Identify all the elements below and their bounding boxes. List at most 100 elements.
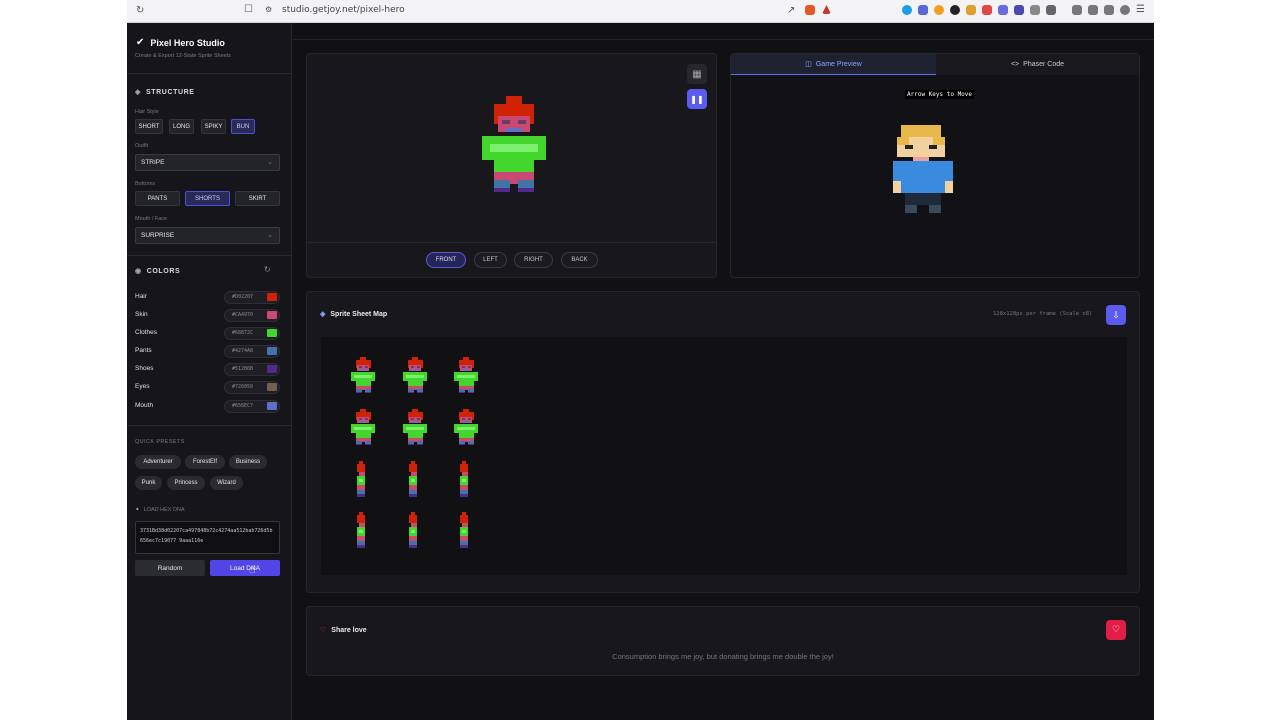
color-swatch[interactable] xyxy=(267,311,277,319)
extension-9-icon[interactable] xyxy=(1030,5,1040,15)
direction-back-button[interactable]: BACK xyxy=(561,252,598,268)
sprite-frame-pixel xyxy=(364,391,371,393)
brave-shield-icon[interactable] xyxy=(805,5,815,15)
game-sprite-pixel xyxy=(929,205,941,213)
site-settings-icon[interactable]: ⚙ xyxy=(265,5,272,14)
character-preview-panel: ▦ ❚❚ FRONT LEFT RIGHT BACK xyxy=(306,53,717,278)
grid-toggle-icon[interactable]: ▦ xyxy=(687,64,707,84)
sprite-pixel xyxy=(506,128,522,132)
color-swatch[interactable] xyxy=(267,293,277,301)
sprite-frame-pixel xyxy=(360,421,366,423)
game-sprite-pixel xyxy=(901,125,941,137)
extensions-menu-icon[interactable] xyxy=(1046,5,1056,15)
sprite-frame xyxy=(454,512,486,560)
hair-option-bun[interactable]: BUN xyxy=(231,119,255,134)
outfit-select[interactable]: STRIPE ⌄ xyxy=(135,154,280,171)
share-icon[interactable]: ↗ xyxy=(787,5,795,16)
layers-icon: ◈ xyxy=(320,311,326,318)
bottoms-option-skirt[interactable]: SKIRT xyxy=(235,191,280,206)
sidebar-toggle-icon[interactable] xyxy=(1072,5,1082,15)
address-bar[interactable]: studio.getjoy.net/pixel-hero xyxy=(282,5,405,15)
random-button[interactable]: Random xyxy=(135,560,205,576)
direction-right-button[interactable]: RIGHT xyxy=(514,252,553,268)
browser-menu-icon[interactable]: ☰ xyxy=(1136,4,1145,15)
dna-textarea[interactable]: 3731Bd38d02207ca497848b72c4274aa512bab72… xyxy=(135,521,280,554)
vpn-icon[interactable] xyxy=(1120,5,1130,15)
sprite-frame-pixel xyxy=(407,443,414,445)
sprite-frame-pixel xyxy=(357,545,365,548)
extension-7-icon[interactable] xyxy=(998,5,1008,15)
bookmark-icon[interactable]: ☐ xyxy=(244,4,253,15)
preset-punk[interactable]: Punk xyxy=(135,476,162,490)
bottoms-option-shorts[interactable]: SHORTS xyxy=(185,191,230,206)
refresh-icon[interactable]: ↻ xyxy=(264,265,271,274)
leo-icon[interactable] xyxy=(1104,5,1114,15)
tab-game-preview[interactable]: ◫ Game Preview xyxy=(731,54,936,75)
extension-4-icon[interactable] xyxy=(950,5,960,15)
preset-wizard[interactable]: Wizard xyxy=(210,476,243,490)
code-icon: <> xyxy=(1010,61,1020,68)
sprite-frame-pixel xyxy=(354,427,372,430)
sprite-frame-pixel xyxy=(467,418,471,420)
sprite-frame-pixel xyxy=(357,464,365,472)
sprite-frame-pixel xyxy=(457,375,475,378)
sprite-frame-pixel xyxy=(460,515,468,523)
preset-forestelf[interactable]: ForestElf xyxy=(185,455,225,469)
direction-front-button[interactable]: FRONT xyxy=(426,252,466,268)
sprite-frame xyxy=(351,512,383,560)
hair-style-label: Hair Style xyxy=(135,109,159,115)
load-dna-button[interactable]: Load DNA xyxy=(210,560,280,576)
donate-heart-icon[interactable]: ♡ xyxy=(1106,620,1126,640)
color-swatch[interactable] xyxy=(267,365,277,373)
reload-icon[interactable]: ↻ xyxy=(136,5,144,16)
game-sprite-pixel xyxy=(933,137,945,145)
sprite-pixel xyxy=(502,120,510,124)
sprite-frame-pixel xyxy=(360,369,366,371)
direction-left-button[interactable]: LEFT xyxy=(474,252,507,268)
sprite-frame xyxy=(454,357,486,405)
hair-option-long[interactable]: LONG xyxy=(169,119,194,134)
hair-option-short[interactable]: SHORT xyxy=(135,119,163,134)
sprite-frame-pixel xyxy=(416,443,423,445)
extension-6-icon[interactable] xyxy=(982,5,992,15)
sprite-pixel xyxy=(506,96,522,104)
color-swatch[interactable] xyxy=(267,402,277,410)
game-sprite-pixel xyxy=(945,181,953,193)
game-sprite-pixel xyxy=(893,161,953,193)
sprite-frame-pixel xyxy=(355,443,362,445)
download-icon[interactable]: ⇩ xyxy=(1106,305,1126,325)
mouth-face-label: Mouth / Face xyxy=(135,216,168,222)
wallet-icon[interactable] xyxy=(1088,5,1098,15)
extension-8-icon[interactable] xyxy=(1014,5,1024,15)
sprite-frame-pixel xyxy=(357,515,365,523)
extension-2-icon[interactable] xyxy=(918,5,928,15)
tab-phaser-code[interactable]: <> Phaser Code xyxy=(936,54,1139,75)
chevron-down-icon: ⌄ xyxy=(267,232,273,239)
extension-3-icon[interactable] xyxy=(934,5,944,15)
color-row-skin: Skin #CA4970 xyxy=(135,309,280,322)
hair-option-spiky[interactable]: SPIKY xyxy=(201,119,226,134)
sprite-frame-pixel xyxy=(463,421,469,423)
preset-adventurer[interactable]: Adventurer xyxy=(135,455,181,469)
preset-princess[interactable]: Princess xyxy=(167,476,205,490)
brave-rewards-icon[interactable] xyxy=(822,5,831,14)
mouth-select[interactable]: SURPRISE ⌄ xyxy=(135,227,280,244)
extension-1-icon[interactable] xyxy=(902,5,912,15)
color-swatch[interactable] xyxy=(267,329,277,337)
preset-business[interactable]: Business xyxy=(229,455,267,469)
game-character xyxy=(893,125,955,215)
main-area: ▦ ❚❚ FRONT LEFT RIGHT BACK ◫ Game Previe… xyxy=(293,23,1154,720)
divider xyxy=(307,242,716,243)
sprite-frame-pixel xyxy=(457,427,475,430)
color-swatch[interactable] xyxy=(267,383,277,391)
sprite-frame-pixel xyxy=(364,418,368,420)
color-row-mouth: Mouth #656EC7 xyxy=(135,400,280,413)
sprite-pixel xyxy=(494,160,534,172)
pause-icon[interactable]: ❚❚ xyxy=(687,89,707,109)
bottoms-option-pants[interactable]: PANTS xyxy=(135,191,180,206)
extension-5-icon[interactable] xyxy=(966,5,976,15)
sprite-frame-pixel xyxy=(409,515,417,523)
sparkle-icon: ✦ xyxy=(135,507,140,513)
color-swatch[interactable] xyxy=(267,347,277,355)
sprite-frame-pixel xyxy=(458,443,465,445)
